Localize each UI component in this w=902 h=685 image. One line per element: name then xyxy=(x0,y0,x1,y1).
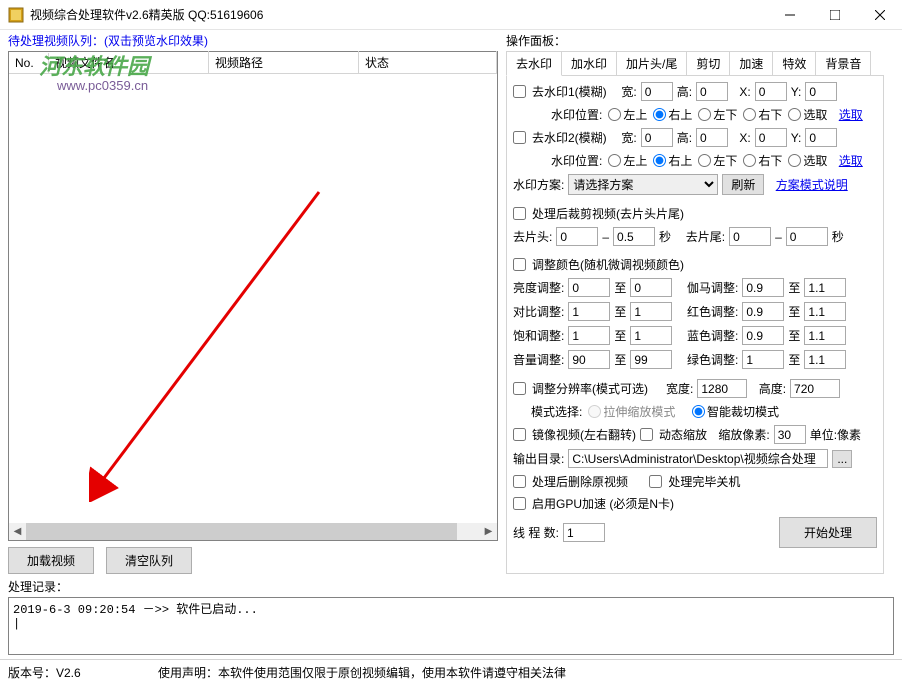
saturate-to[interactable] xyxy=(630,326,672,345)
resolution-checkbox[interactable] xyxy=(513,382,526,395)
gpu-checkbox[interactable] xyxy=(513,497,526,510)
wm2-checkbox[interactable] xyxy=(513,131,526,144)
scroll-left-button[interactable]: ◀ xyxy=(9,523,26,540)
wm1-width-input[interactable] xyxy=(641,82,673,101)
wm2-height-input[interactable] xyxy=(696,128,728,147)
color-checkbox[interactable] xyxy=(513,258,526,271)
wm1-pos-tl[interactable] xyxy=(608,108,621,121)
res-width[interactable] xyxy=(697,379,747,398)
crop-tail-to[interactable] xyxy=(786,227,828,246)
load-video-button[interactable]: 加载视频 xyxy=(8,547,94,574)
wm2-label: 去水印2(模糊) xyxy=(532,129,607,146)
minimize-button[interactable] xyxy=(767,0,812,29)
output-dir-input[interactable] xyxy=(568,449,828,468)
wm1-y-input[interactable] xyxy=(805,82,837,101)
queue-title: 待处理视频队列：(双击预览水印效果) xyxy=(8,32,498,49)
gamma-from[interactable] xyxy=(742,278,784,297)
red-to[interactable] xyxy=(804,302,846,321)
wm1-label: 去水印1(模糊) xyxy=(532,83,607,100)
shutdown-checkbox[interactable] xyxy=(649,475,662,488)
col-status[interactable]: 状态 xyxy=(359,51,497,74)
wm2-pick-link[interactable]: 选取 xyxy=(839,152,863,169)
green-from[interactable] xyxy=(742,350,784,369)
blue-to[interactable] xyxy=(804,326,846,345)
tab-add-watermark[interactable]: 加水印 xyxy=(561,51,617,75)
window-title: 视频综合处理软件v2.6精英版 QQ:51619606 xyxy=(30,6,767,23)
start-processing-button[interactable]: 开始处理 xyxy=(779,517,877,548)
scheme-help-link[interactable]: 方案模式说明 xyxy=(776,176,848,193)
contrast-from[interactable] xyxy=(568,302,610,321)
svg-text:www.pc0359.cn: www.pc0359.cn xyxy=(56,78,148,93)
close-button[interactable] xyxy=(857,0,902,29)
browse-button[interactable]: ... xyxy=(832,450,852,468)
wm2-pos-tl[interactable] xyxy=(608,154,621,167)
maximize-button[interactable] xyxy=(812,0,857,29)
tab-head-tail[interactable]: 加片头/尾 xyxy=(616,51,687,75)
wm1-pos-tr[interactable] xyxy=(653,108,666,121)
wm2-pos-br[interactable] xyxy=(743,154,756,167)
wm2-pos-bl[interactable] xyxy=(698,154,711,167)
crop-head-to[interactable] xyxy=(613,227,655,246)
bright-from[interactable] xyxy=(568,278,610,297)
scheme-select[interactable]: 请选择方案 xyxy=(568,174,718,195)
delete-after-checkbox[interactable] xyxy=(513,475,526,488)
video-queue-table[interactable]: No. 视频文件名 视频路径 状态 河东软件园 www.pc0359.cn ◀ … xyxy=(8,51,498,541)
arrow-annotation xyxy=(89,182,349,502)
zoom-pixel[interactable] xyxy=(774,425,806,444)
tab-cut[interactable]: 剪切 xyxy=(686,51,730,75)
log-box[interactable]: 2019-6-3 09:20:54 －>> 软件已启动... | xyxy=(8,597,894,655)
col-name[interactable]: 视频文件名 xyxy=(49,51,209,74)
log-line: 2019-6-3 09:20:54 －>> 软件已启动... xyxy=(13,600,889,617)
crop-checkbox[interactable] xyxy=(513,207,526,220)
res-height[interactable] xyxy=(790,379,840,398)
operation-panel-title: 操作面板： xyxy=(506,32,884,49)
tab-remove-watermark[interactable]: 去水印 xyxy=(506,51,562,76)
red-from[interactable] xyxy=(742,302,784,321)
app-icon xyxy=(8,7,24,23)
wm2-width-input[interactable] xyxy=(641,128,673,147)
wm1-pos-br[interactable] xyxy=(743,108,756,121)
wm1-x-input[interactable] xyxy=(755,82,787,101)
mode-stretch[interactable] xyxy=(588,405,601,418)
wm2-x-input[interactable] xyxy=(755,128,787,147)
wm2-y-input[interactable] xyxy=(805,128,837,147)
mirror-checkbox[interactable] xyxy=(513,428,526,441)
threads-input[interactable] xyxy=(563,523,605,542)
col-path[interactable]: 视频路径 xyxy=(209,51,359,74)
crop-head-from[interactable] xyxy=(556,227,598,246)
mode-smart[interactable] xyxy=(692,405,705,418)
blue-from[interactable] xyxy=(742,326,784,345)
horizontal-scrollbar[interactable]: ◀ ▶ xyxy=(9,523,497,540)
wm1-height-input[interactable] xyxy=(696,82,728,101)
wm1-pick-link[interactable]: 选取 xyxy=(839,106,863,123)
bright-to[interactable] xyxy=(630,278,672,297)
wm2-pos-pick[interactable] xyxy=(788,154,801,167)
wm2-pos-tr[interactable] xyxy=(653,154,666,167)
crop-tail-from[interactable] xyxy=(729,227,771,246)
saturate-from[interactable] xyxy=(568,326,610,345)
wm1-pos-bl[interactable] xyxy=(698,108,711,121)
col-no[interactable]: No. xyxy=(9,53,49,73)
volume-from[interactable] xyxy=(568,350,610,369)
tab-speed[interactable]: 加速 xyxy=(729,51,773,75)
scroll-right-button[interactable]: ▶ xyxy=(480,523,497,540)
wm1-checkbox[interactable] xyxy=(513,85,526,98)
gamma-to[interactable] xyxy=(804,278,846,297)
dynamic-zoom-checkbox[interactable] xyxy=(640,428,653,441)
contrast-to[interactable] xyxy=(630,302,672,321)
clear-queue-button[interactable]: 清空队列 xyxy=(106,547,192,574)
version-label: 版本号：V2.6 xyxy=(8,664,158,681)
scroll-thumb[interactable] xyxy=(26,523,457,540)
wm1-pos-pick[interactable] xyxy=(788,108,801,121)
tab-effect[interactable]: 特效 xyxy=(772,51,816,75)
log-cursor: | xyxy=(13,617,889,631)
log-title: 处理记录： xyxy=(8,578,894,595)
tab-bgm[interactable]: 背景音 xyxy=(815,51,871,75)
volume-to[interactable] xyxy=(630,350,672,369)
green-to[interactable] xyxy=(804,350,846,369)
refresh-button[interactable]: 刷新 xyxy=(722,174,764,195)
disclaimer: 使用声明：本软件使用范围仅限于原创视频编辑，使用本软件请遵守相关法律 xyxy=(158,664,566,681)
